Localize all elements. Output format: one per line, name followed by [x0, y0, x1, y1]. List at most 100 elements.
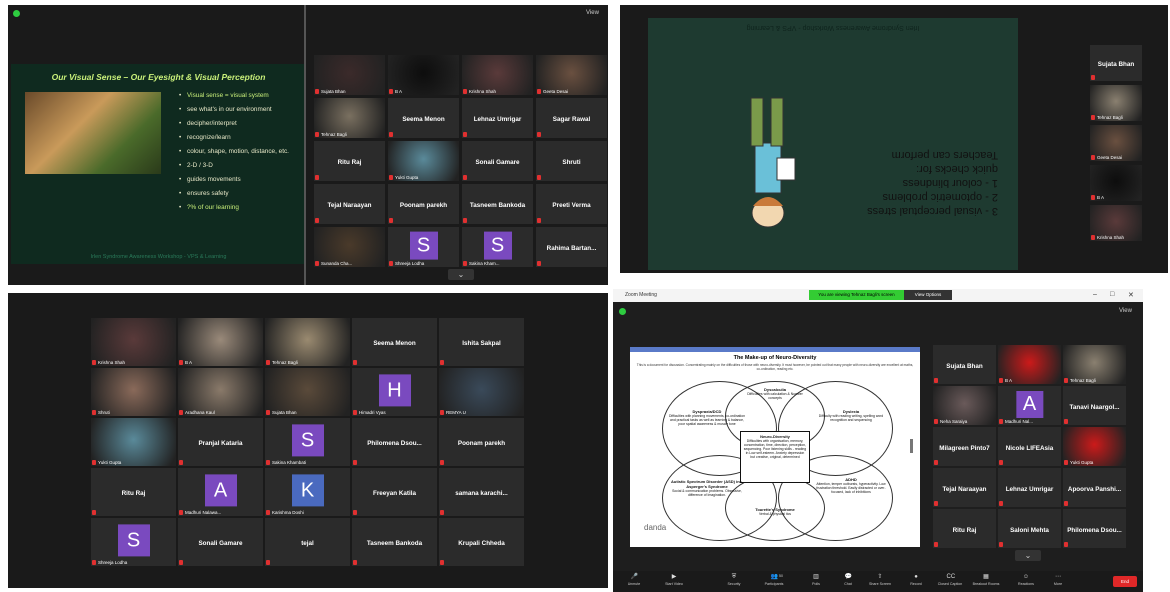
- participant-tile[interactable]: Milagreen Pinto7: [933, 427, 996, 466]
- toolbar-closed-caption-button[interactable]: CC Closed Caption: [935, 574, 965, 586]
- participant-tile[interactable]: S Shreeja Lodha: [91, 518, 176, 566]
- participant-tile[interactable]: Philomena Dsou...: [352, 418, 437, 466]
- view-options-button[interactable]: View Options: [904, 290, 952, 300]
- toolbar-security-button[interactable]: ⛨ Security: [719, 574, 749, 586]
- splitter[interactable]: [910, 439, 913, 453]
- participant-tile[interactable]: Aradhana Kaul: [178, 368, 263, 416]
- participant-tile[interactable]: Tasneem Bankoda: [462, 184, 533, 224]
- participant-tile[interactable]: Philomena Dsou...: [1063, 509, 1126, 548]
- participant-tile[interactable]: S Sakina Khambati: [265, 418, 350, 466]
- participant-tile[interactable]: REMYA U: [439, 368, 524, 416]
- participant-tile[interactable]: Krishna Shah: [462, 55, 533, 95]
- toolbar-reactions-button[interactable]: ☺ Reactions: [1011, 574, 1041, 586]
- muted-mic-icon: [266, 560, 270, 565]
- participant-tile[interactable]: Ritu Raj: [933, 509, 996, 548]
- participant-tile[interactable]: Shruti: [91, 368, 176, 416]
- view-button[interactable]: View: [1119, 308, 1132, 314]
- participant-tile[interactable]: Yukti Gupta: [1063, 427, 1126, 466]
- participant-tile[interactable]: Rahima Bartan...: [536, 227, 607, 267]
- participant-tile[interactable]: H Himadri Vyas: [352, 368, 437, 416]
- toolbar-unmute-button[interactable]: 🎤 Unmute: [619, 574, 649, 586]
- participant-tile[interactable]: tejal: [265, 518, 350, 566]
- chevron-down-icon[interactable]: ⌄: [1015, 550, 1041, 561]
- participant-tile[interactable]: Yukti Gupta: [91, 418, 176, 466]
- participant-tile[interactable]: Sonali Gamare: [178, 518, 263, 566]
- participant-tile[interactable]: Tehnaz Bagli: [1090, 85, 1142, 121]
- participant-name: Seema Menon: [373, 339, 416, 347]
- participant-tile[interactable]: B A: [1090, 165, 1142, 201]
- participant-tile[interactable]: Nicole LIFEAsia: [998, 427, 1061, 466]
- participant-tile[interactable]: Tehnaz Bagli: [265, 318, 350, 366]
- participant-tile[interactable]: Seema Menon: [352, 318, 437, 366]
- participant-tile[interactable]: A Madhuri Nalawa...: [178, 468, 263, 516]
- participant-tile[interactable]: Tejal Naraayan: [314, 184, 385, 224]
- participant-tile[interactable]: Tanavi Naargol...: [1063, 386, 1126, 425]
- toolbar-record-button[interactable]: ● Record: [901, 574, 931, 586]
- participant-tile[interactable]: Sujata Bhan: [265, 368, 350, 416]
- participant-tile[interactable]: Ishita Sakpal: [439, 318, 524, 366]
- participant-name: tejal: [301, 539, 314, 547]
- participant-tile[interactable]: Krupali Chheda: [439, 518, 524, 566]
- participant-tile[interactable]: Preeti Verma: [536, 184, 607, 224]
- participant-name: Nicole LIFEAsia: [1005, 444, 1054, 452]
- participant-tile[interactable]: Yukti Gupta: [388, 141, 459, 181]
- participant-tile[interactable]: Poonam parekh: [439, 418, 524, 466]
- participant-tile[interactable]: Freeyan Katila: [352, 468, 437, 516]
- participant-tile[interactable]: Tejal Naraayan: [933, 468, 996, 507]
- participant-tile[interactable]: B A: [178, 318, 263, 366]
- participant-name: Poonam parekh: [399, 202, 448, 209]
- muted-mic-icon: [463, 89, 467, 94]
- participant-tile[interactable]: Ritu Raj: [314, 141, 385, 181]
- participant-tile[interactable]: Lehnaz Umrigar: [998, 468, 1061, 507]
- participant-tile[interactable]: K Karishma Doshi: [265, 468, 350, 516]
- view-button[interactable]: View: [586, 10, 599, 16]
- toolbar-label: Security: [727, 582, 741, 586]
- participant-tile[interactable]: Sujata Bhan: [1090, 45, 1142, 81]
- toolbar-chat-button[interactable]: 💬 Chat: [833, 574, 863, 586]
- toolbar-participants-button[interactable]: 👥 Participants 50: [759, 574, 789, 586]
- participant-tile[interactable]: A Madhuri Nal...: [998, 386, 1061, 425]
- participant-tile[interactable]: Sagar Rawal: [536, 98, 607, 138]
- participant-tile[interactable]: Shruti: [536, 141, 607, 181]
- toolbar-share-screen-button[interactable]: ⇧ Share Screen: [865, 574, 895, 586]
- participant-name: Sujata Bhan: [321, 89, 346, 94]
- participant-tile[interactable]: Geeta Desai: [536, 55, 607, 95]
- participant-tile[interactable]: S Sakina Kham...: [462, 227, 533, 267]
- participant-tile[interactable]: Apoorva Panshi...: [1063, 468, 1126, 507]
- participant-tile[interactable]: Lehnaz Umrigar: [462, 98, 533, 138]
- chevron-down-icon[interactable]: ⌄: [448, 269, 474, 280]
- participant-tile[interactable]: Saloni Mehta: [998, 509, 1061, 548]
- participant-tile[interactable]: Tehnaz Bagli: [314, 98, 385, 138]
- participant-tile[interactable]: samana karachi...: [439, 468, 524, 516]
- splitter[interactable]: [304, 5, 306, 285]
- toolbar-start-video-button[interactable]: ▶ Start Video: [659, 574, 689, 586]
- end-button[interactable]: End: [1113, 576, 1137, 587]
- participant-tile[interactable]: Krishna Shah: [91, 318, 176, 366]
- participant-tile[interactable]: Sujata Bhan: [933, 345, 996, 384]
- participant-tile[interactable]: S Shreeja Lodha: [388, 227, 459, 267]
- participant-tile[interactable]: Poonam parekh: [388, 184, 459, 224]
- participant-tile[interactable]: Tehnaz Bagli: [1063, 345, 1126, 384]
- toolbar-label: Closed Caption: [937, 582, 963, 586]
- participant-tile[interactable]: Pranjal Kataria: [178, 418, 263, 466]
- participant-tile[interactable]: Sonali Gamare: [462, 141, 533, 181]
- minimize-icon[interactable]: –: [1093, 291, 1097, 298]
- slide-bullet: see what's in our environment: [179, 106, 289, 113]
- participant-tile[interactable]: Tasneem Bankoda: [352, 518, 437, 566]
- toolbar-label: Participants: [764, 582, 784, 586]
- participant-tile[interactable]: Sujata Bhan: [314, 55, 385, 95]
- participant-tile[interactable]: Geeta Desai: [1090, 125, 1142, 161]
- participant-tile[interactable]: Sunanda Cha...: [314, 227, 385, 267]
- close-icon[interactable]: ✕: [1128, 291, 1134, 299]
- participant-tile[interactable]: Ritu Raj: [91, 468, 176, 516]
- participant-tile[interactable]: Seema Menon: [388, 98, 459, 138]
- toolbar-more-button[interactable]: ⋯ More: [1043, 574, 1073, 586]
- participant-tile[interactable]: Krishna Shah: [1090, 205, 1142, 241]
- toolbar-breakout-rooms-button[interactable]: ▦ Breakout Rooms: [971, 574, 1001, 586]
- participant-tile[interactable]: B A: [388, 55, 459, 95]
- muted-mic-icon: [1091, 195, 1095, 200]
- participant-tile[interactable]: Neha Saraiya: [933, 386, 996, 425]
- toolbar-polls-button[interactable]: ▥ Polls: [801, 574, 831, 586]
- maximize-icon[interactable]: □: [1110, 291, 1114, 298]
- participant-tile[interactable]: B A: [998, 345, 1061, 384]
